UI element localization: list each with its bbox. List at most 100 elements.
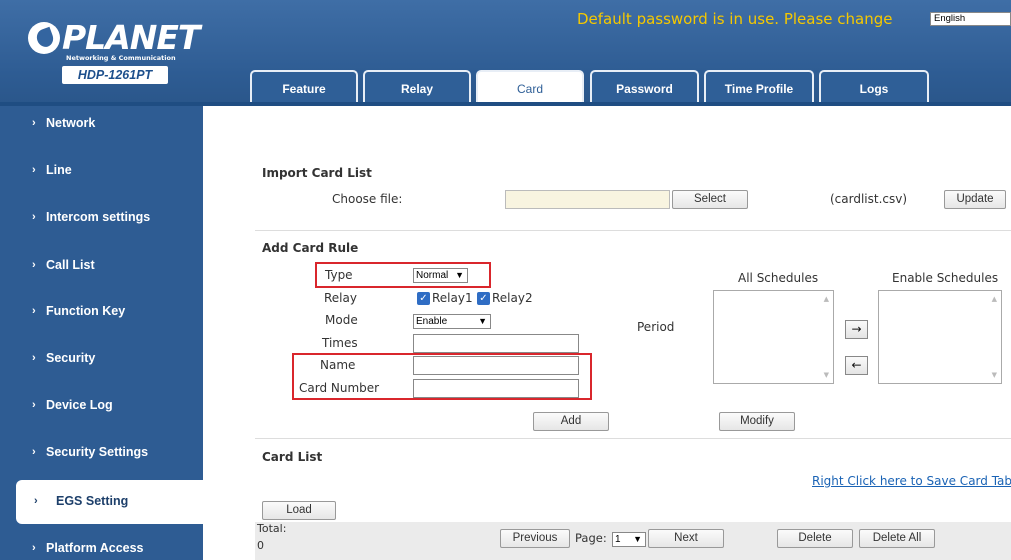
sidebar-item-label: Line bbox=[46, 163, 72, 177]
type-select-value: Normal bbox=[416, 270, 449, 281]
card-number-input[interactable] bbox=[413, 379, 579, 398]
type-label: Type bbox=[325, 268, 353, 282]
sidebar-item-call-list[interactable]: › Call List bbox=[0, 251, 203, 297]
enable-schedules-label: Enable Schedules bbox=[892, 271, 999, 285]
times-label: Times bbox=[322, 336, 358, 350]
chevron-right-icon: › bbox=[32, 211, 36, 223]
move-left-button[interactable]: ← bbox=[845, 356, 868, 375]
sidebar-item-security[interactable]: › Security bbox=[0, 347, 203, 393]
page-label: Page: bbox=[575, 531, 607, 545]
total-label: Total: bbox=[257, 522, 287, 535]
scroll-up-icon[interactable]: ▲ bbox=[992, 295, 997, 303]
total-value: 0 bbox=[257, 539, 264, 552]
relay1-label: Relay1 bbox=[432, 291, 473, 305]
main-content: Import Card List Choose file: Select (ca… bbox=[203, 106, 1011, 560]
page-select-value: 1 bbox=[615, 534, 621, 545]
scroll-up-icon[interactable]: ▲ bbox=[824, 295, 829, 303]
brand-logo: PLANET Networking & Communication HDP-12… bbox=[0, 0, 210, 106]
tab-card[interactable]: Card bbox=[476, 70, 584, 106]
chevron-right-icon: › bbox=[32, 352, 36, 364]
times-input[interactable] bbox=[413, 334, 579, 353]
chevron-right-icon: › bbox=[32, 399, 36, 411]
top-header: PLANET Networking & Communication HDP-12… bbox=[0, 0, 1011, 106]
mode-select[interactable]: Enable ▼ bbox=[413, 314, 491, 329]
model-badge: HDP-1261PT bbox=[62, 66, 168, 84]
sidebar: › Network › Line › Intercom settings › C… bbox=[0, 106, 203, 560]
chevron-right-icon: › bbox=[32, 117, 36, 129]
card-number-label: Card Number bbox=[299, 381, 380, 395]
mode-select-value: Enable bbox=[416, 316, 448, 327]
chevron-right-icon: › bbox=[32, 305, 36, 317]
chevron-down-icon: ▼ bbox=[478, 316, 487, 326]
chevron-right-icon: › bbox=[34, 495, 38, 507]
add-button[interactable]: Add bbox=[533, 412, 609, 431]
page-select[interactable]: 1 ▼ bbox=[612, 532, 646, 547]
period-label: Period bbox=[637, 320, 675, 334]
scroll-down-icon[interactable]: ▼ bbox=[992, 371, 997, 379]
chevron-right-icon: › bbox=[32, 164, 36, 176]
file-hint: (cardlist.csv) bbox=[830, 192, 908, 206]
tab-logs[interactable]: Logs bbox=[819, 70, 929, 104]
select-file-button[interactable]: Select bbox=[672, 190, 748, 209]
move-right-button[interactable]: → bbox=[845, 320, 868, 339]
load-button[interactable]: Load bbox=[262, 501, 336, 520]
enable-schedules-list[interactable]: ▲ ▼ bbox=[878, 290, 1002, 384]
all-schedules-list[interactable]: ▲ ▼ bbox=[713, 290, 834, 384]
save-card-table-link[interactable]: Right Click here to Save Card Table bbox=[812, 474, 1011, 488]
logo-subtitle: Networking & Communication bbox=[66, 54, 176, 62]
sidebar-item-label: Call List bbox=[46, 258, 95, 272]
sidebar-item-line[interactable]: › Line bbox=[0, 154, 203, 200]
sidebar-item-device-log[interactable]: › Device Log bbox=[0, 395, 203, 441]
logo-text: PLANET bbox=[62, 18, 200, 57]
chevron-right-icon: › bbox=[32, 446, 36, 458]
chevron-right-icon: › bbox=[32, 259, 36, 271]
name-input[interactable] bbox=[413, 356, 579, 375]
planet-logo-icon bbox=[28, 22, 60, 54]
tab-feature[interactable]: Feature bbox=[250, 70, 358, 104]
sidebar-item-label: Platform Access bbox=[46, 541, 144, 555]
update-button[interactable]: Update bbox=[944, 190, 1006, 209]
sidebar-item-label: Security Settings bbox=[46, 445, 149, 459]
sidebar-item-egs-setting[interactable]: › EGS Setting bbox=[16, 480, 203, 524]
tab-relay[interactable]: Relay bbox=[363, 70, 471, 104]
relay2-label: Relay2 bbox=[492, 291, 533, 305]
add-card-rule-title: Add Card Rule bbox=[262, 241, 359, 255]
sidebar-item-label: EGS Setting bbox=[56, 494, 129, 508]
relay-label: Relay bbox=[324, 291, 357, 305]
delete-button[interactable]: Delete bbox=[777, 529, 853, 548]
card-list-title: Card List bbox=[262, 450, 323, 464]
language-select[interactable]: English bbox=[930, 12, 1011, 26]
pagination-bar: Total: 0 Previous Page: 1 ▼ Next Delete D… bbox=[255, 522, 1011, 560]
chevron-right-icon: › bbox=[32, 542, 36, 554]
sidebar-item-intercom-settings[interactable]: › Intercom settings bbox=[0, 202, 203, 248]
tab-time-profile[interactable]: Time Profile bbox=[704, 70, 814, 104]
divider bbox=[255, 230, 1011, 231]
sidebar-item-label: Network bbox=[46, 116, 96, 130]
scroll-down-icon[interactable]: ▼ bbox=[824, 371, 829, 379]
sidebar-item-label: Security bbox=[46, 351, 96, 365]
import-card-list-title: Import Card List bbox=[262, 166, 372, 180]
file-path-field[interactable] bbox=[505, 190, 670, 209]
choose-file-label: Choose file: bbox=[332, 192, 403, 206]
name-label: Name bbox=[320, 358, 356, 372]
delete-all-button[interactable]: Delete All bbox=[859, 529, 935, 548]
sidebar-item-network[interactable]: › Network bbox=[0, 106, 203, 152]
sidebar-item-label: Function Key bbox=[46, 304, 126, 318]
modify-button[interactable]: Modify bbox=[719, 412, 795, 431]
tab-password[interactable]: Password bbox=[590, 70, 699, 104]
sidebar-item-label: Device Log bbox=[46, 398, 113, 412]
sidebar-item-label: Intercom settings bbox=[46, 210, 151, 224]
sidebar-item-platform-access[interactable]: › Platform Access bbox=[0, 534, 203, 560]
divider bbox=[255, 438, 1011, 439]
sidebar-item-function-key[interactable]: › Function Key bbox=[0, 299, 203, 345]
chevron-down-icon: ▼ bbox=[455, 270, 464, 280]
chevron-down-icon: ▼ bbox=[633, 534, 642, 544]
relay2-checkbox[interactable]: ✓ bbox=[477, 292, 490, 305]
type-select[interactable]: Normal ▼ bbox=[413, 268, 468, 283]
all-schedules-label: All Schedules bbox=[738, 271, 819, 285]
password-warning[interactable]: Default password is in use. Please chang… bbox=[577, 10, 892, 28]
next-button[interactable]: Next bbox=[648, 529, 724, 548]
previous-button[interactable]: Previous bbox=[500, 529, 570, 548]
mode-label: Mode bbox=[325, 313, 358, 327]
relay1-checkbox[interactable]: ✓ bbox=[417, 292, 430, 305]
